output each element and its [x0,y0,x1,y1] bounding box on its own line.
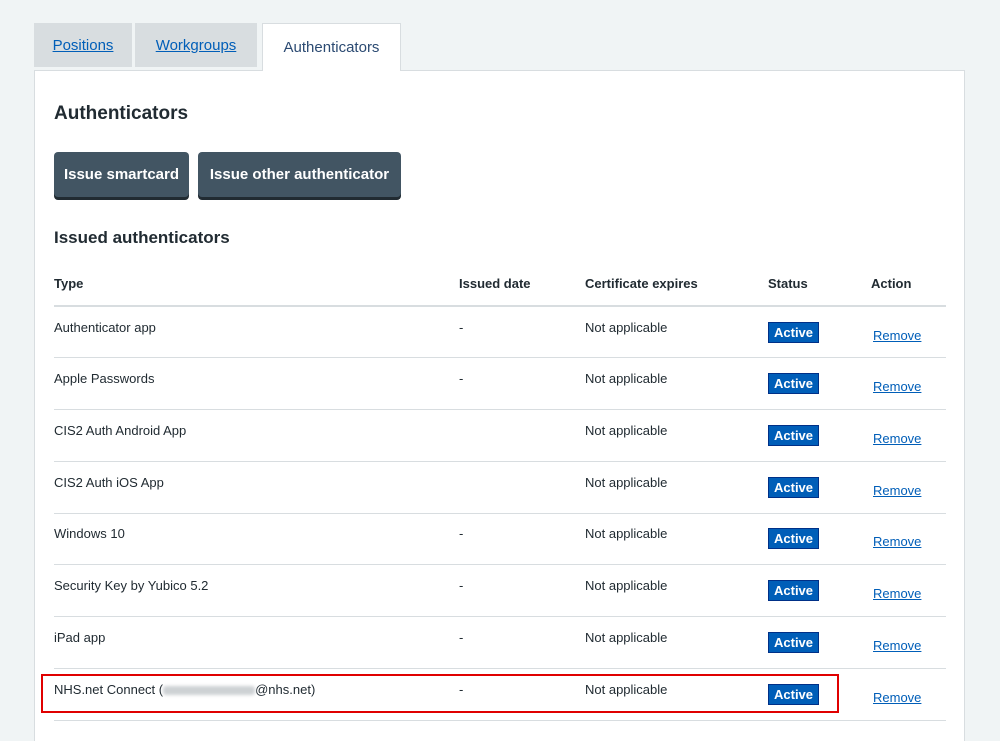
cell-certificate-expires: Not applicable [585,461,768,514]
cell-action: Remove [871,616,946,669]
cell-type: NHS.net Connect ( @nhs.net) [54,668,459,721]
remove-link[interactable]: Remove [873,586,921,601]
cell-issued-date: - [459,513,585,566]
remove-link[interactable]: Remove [873,431,921,446]
remove-link[interactable]: Remove [873,534,921,549]
cell-status: Active [768,564,871,617]
tab-bar: Positions Workgroups Authenticators [34,23,401,71]
status-badge: Active [768,528,820,550]
authenticators-table: Type Issued date Certificate expires Sta… [54,264,946,721]
cell-action: Remove [871,668,946,721]
cell-issued-date: - [459,564,585,617]
issued-authenticators-heading: Issued authenticators [54,228,230,247]
remove-link[interactable]: Remove [873,638,921,653]
header-certificate-expires: Certificate expires [585,264,768,307]
remove-link[interactable]: Remove [873,379,921,394]
cell-action: Remove [871,461,946,514]
cell-status: Active [768,409,871,462]
header-issued-date: Issued date [459,264,585,307]
cell-issued-date: - [459,357,585,410]
cell-certificate-expires: Not applicable [585,306,768,359]
issue-smartcard-button[interactable]: Issue smartcard [54,152,189,197]
status-badge: Active [768,476,820,498]
remove-link[interactable]: Remove [873,328,921,343]
cell-status: Active [768,461,871,514]
cell-status: Active [768,668,871,721]
tab-workgroups[interactable]: Workgroups [135,23,257,67]
cell-type: iPad app [54,616,459,669]
tab-authenticators[interactable]: Authenticators [262,23,401,71]
header-status: Status [768,264,871,307]
cell-type: Apple Passwords [54,357,459,410]
status-badge: Active [768,683,820,705]
cell-issued-date: - [459,668,585,721]
remove-link[interactable]: Remove [873,483,921,498]
table-row: Security Key by Yubico 5.2 - Not applica… [54,564,946,617]
cell-certificate-expires: Not applicable [585,616,768,669]
cell-issued-date: - [459,306,585,359]
table-row: Apple Passwords - Not applicable Active … [54,357,946,410]
table-row: iPad app - Not applicable Active Remove [54,616,946,669]
cell-type: Security Key by Yubico 5.2 [54,564,459,617]
header-type: Type [54,264,459,307]
status-badge: Active [768,321,820,343]
status-badge: Active [768,631,820,653]
cell-type: CIS2 Auth Android App [54,409,459,462]
cell-action: Remove [871,513,946,566]
type-prefix: NHS.net Connect ( [54,681,164,697]
cell-issued-date [459,409,585,462]
cell-status: Active [768,513,871,566]
cell-certificate-expires: Not applicable [585,409,768,462]
cell-action: Remove [871,357,946,410]
page-title: Authenticators [54,103,189,124]
table-row: Windows 10 - Not applicable Active Remov… [54,513,946,566]
status-badge: Active [768,424,820,446]
cell-certificate-expires: Not applicable [585,357,768,410]
table-row-nhs-net-connect: NHS.net Connect ( @nhs.net) - Not applica… [54,668,946,721]
cell-issued-date: - [459,616,585,669]
table-row: Authenticator app - Not applicable Activ… [54,306,946,359]
type-suffix: @nhs.net) [255,681,316,697]
remove-link[interactable]: Remove [873,690,921,705]
table-row: CIS2 Auth iOS App Not applicable Active … [54,461,946,514]
tab-positions[interactable]: Positions [34,23,132,67]
cell-certificate-expires: Not applicable [585,564,768,617]
cell-certificate-expires: Not applicable [585,513,768,566]
cell-type: CIS2 Auth iOS App [54,461,459,514]
table-header-row: Type Issued date Certificate expires Sta… [54,264,946,307]
cell-action: Remove [871,564,946,617]
status-badge: Active [768,580,820,602]
redacted-email [163,685,256,695]
page: Positions Workgroups Authenticators Auth… [0,0,1000,741]
cell-type: Authenticator app [54,306,459,359]
cell-status: Active [768,306,871,359]
issue-other-authenticator-button[interactable]: Issue other authenticator [198,152,401,197]
table-row: CIS2 Auth Android App Not applicable Act… [54,409,946,462]
cell-action: Remove [871,409,946,462]
authenticators-panel: Authenticators Issue smartcard Issue oth… [34,70,965,741]
cell-status: Active [768,616,871,669]
cell-status: Active [768,357,871,410]
cell-action: Remove [871,306,946,359]
header-action: Action [871,264,946,307]
cell-issued-date [459,461,585,514]
cell-type: Windows 10 [54,513,459,566]
cell-certificate-expires: Not applicable [585,668,768,721]
status-badge: Active [768,373,820,395]
